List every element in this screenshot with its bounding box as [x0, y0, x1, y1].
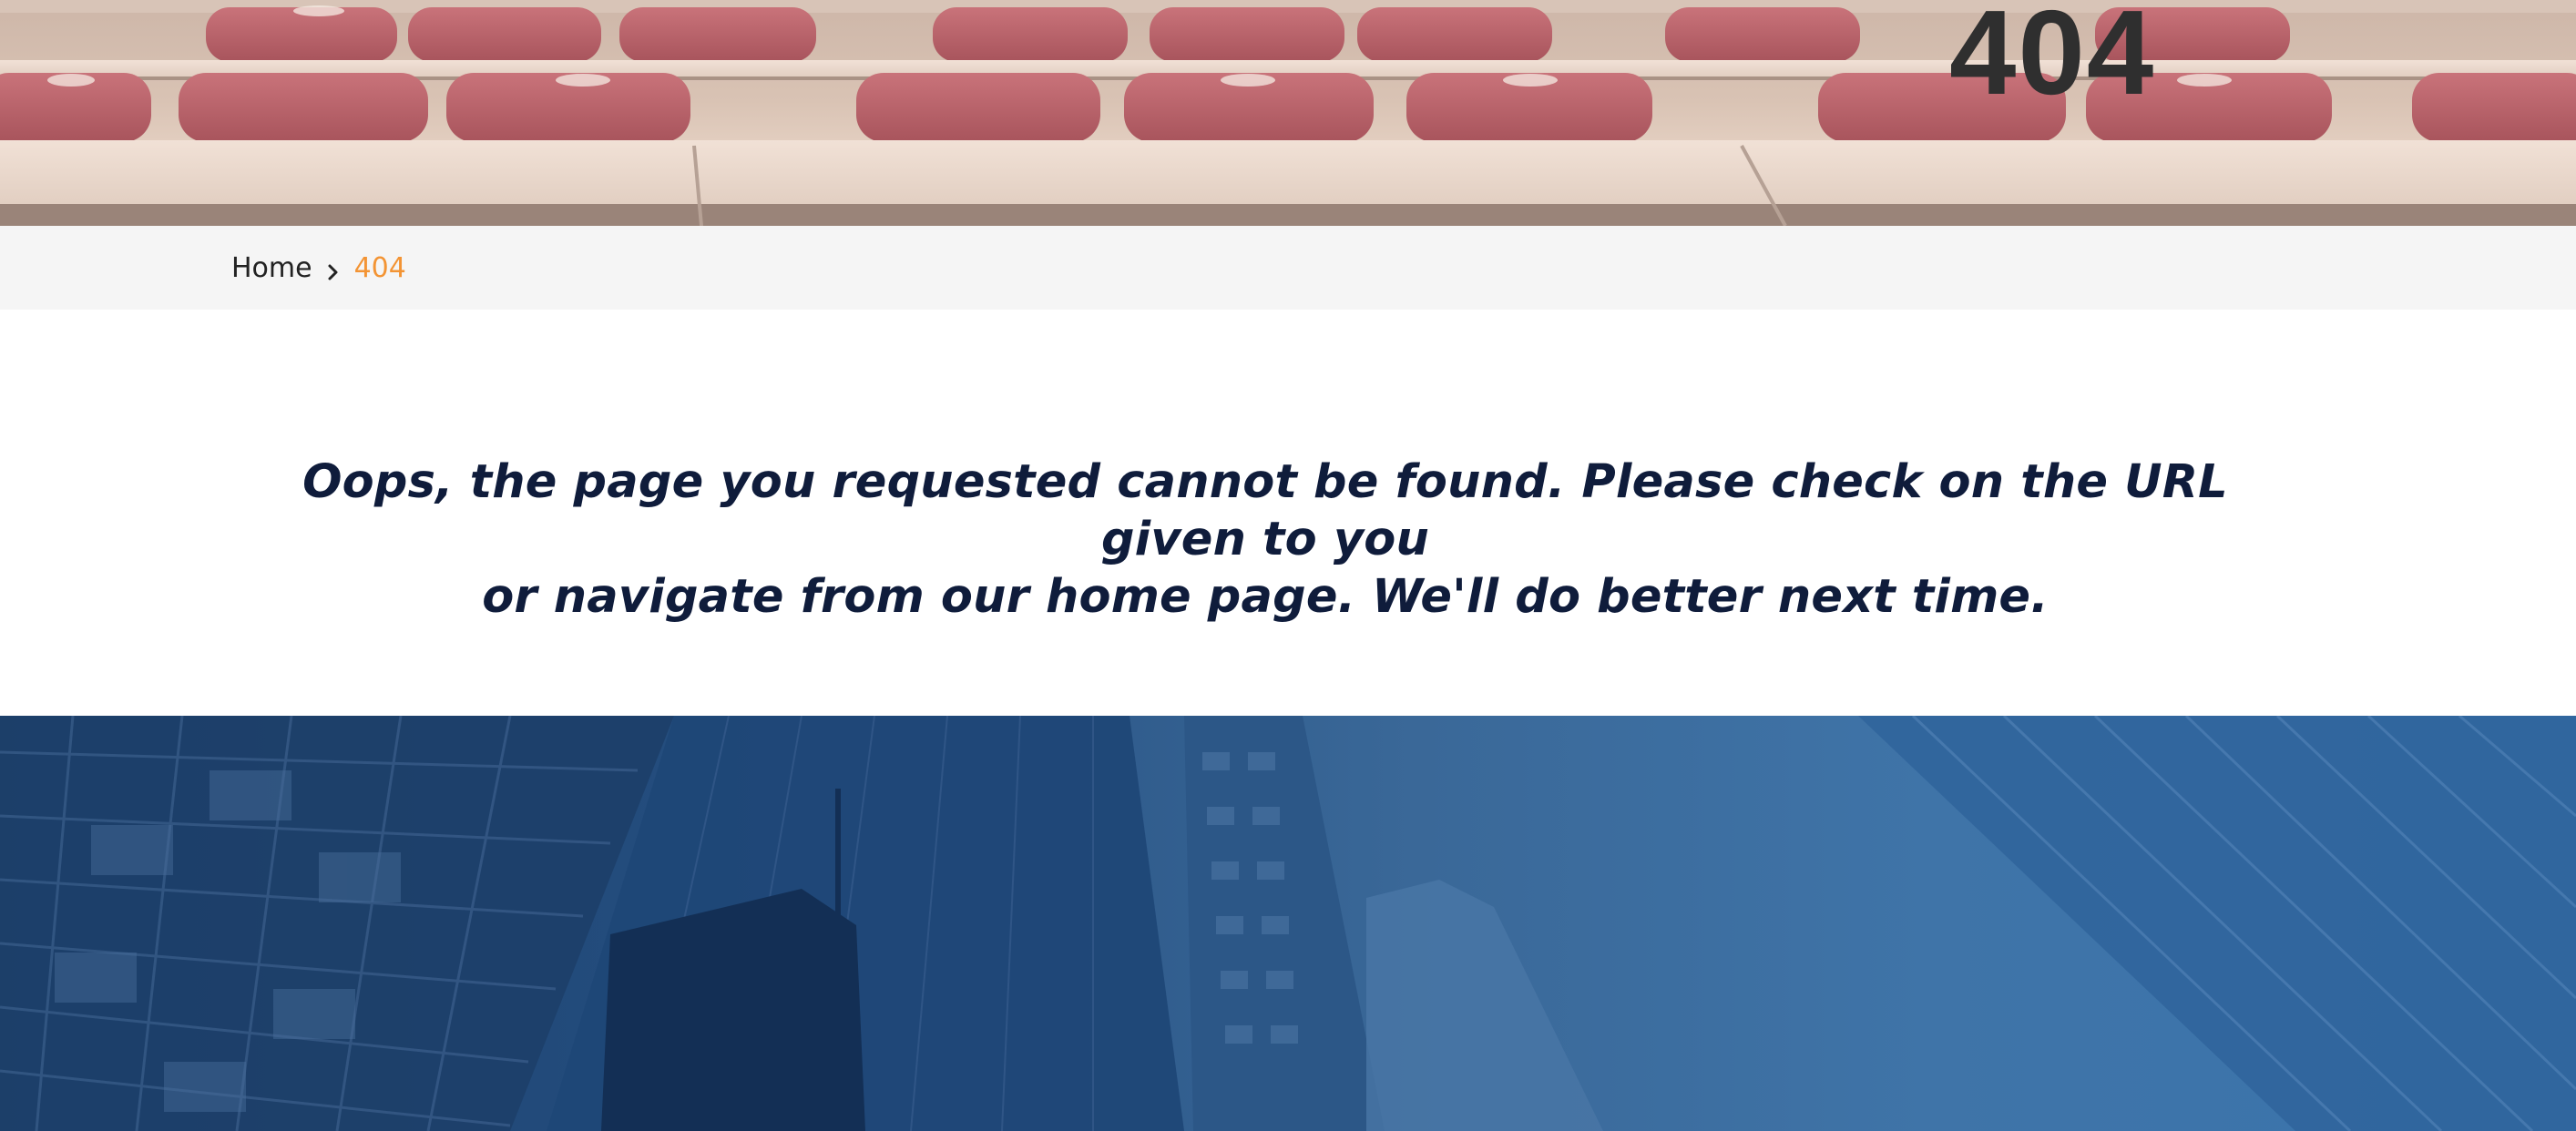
- hero-banner: 404: [0, 0, 2576, 226]
- page-title: 404: [1949, 0, 2156, 119]
- breadcrumb-home-link[interactable]: Home: [231, 252, 312, 284]
- error-message-line-2: or navigate from our home page. We'll do…: [482, 570, 2049, 624]
- city-buildings-photo: [0, 716, 2576, 1131]
- error-message-line-1: Oops, the page you requested cannot be f…: [302, 455, 2228, 566]
- breadcrumb: Home 404: [231, 226, 406, 310]
- breadcrumb-current: 404: [353, 251, 406, 284]
- error-message: Oops, the page you requested cannot be f…: [231, 453, 2299, 626]
- error-message-section: Oops, the page you requested cannot be f…: [0, 310, 2576, 716]
- footer-banner: [0, 716, 2576, 1131]
- classroom-photo: [0, 0, 2576, 226]
- chevron-right-icon: [323, 258, 343, 280]
- breadcrumb-bar: Home 404: [0, 226, 2576, 310]
